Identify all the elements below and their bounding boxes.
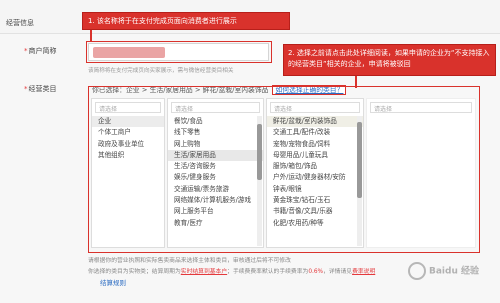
category-column-subject: 请选择 企业 个体工商户 政府及事业单位 其他组织	[91, 98, 165, 248]
scrollbar[interactable]	[357, 116, 362, 246]
industry-option[interactable]: 餐饮/食品	[168, 116, 263, 127]
industry-option[interactable]: 娱乐/健身服务	[168, 172, 263, 183]
industry-option[interactable]: 生活/咨询服务	[168, 161, 263, 172]
industry-option[interactable]: 教育/医疗	[168, 218, 263, 229]
subcategory-option[interactable]: 书籍/音像/文具/乐器	[267, 206, 363, 217]
category-description: 请根据你的营业执照和实际售卖商品来选择主体和类目，审核通过后将不可修改	[88, 258, 291, 264]
column-search-input[interactable]: 请选择	[171, 102, 260, 113]
callout-name-note: 1. 该名称将于在支付完成页面向消费者进行展示	[82, 12, 290, 30]
subcategory-option[interactable]: 宠物/宠物食品/饲料	[267, 139, 363, 150]
settlement-cycle-link[interactable]: 实时结算到基本户	[181, 269, 227, 275]
industry-option[interactable]: 网络媒体/计算机服务/游戏	[168, 195, 263, 206]
scrollbar-thumb[interactable]	[257, 124, 262, 180]
required-mark: *	[24, 85, 28, 93]
subject-option[interactable]: 个体工商户	[92, 127, 164, 138]
industry-option[interactable]: 线下零售	[168, 127, 263, 138]
merchant-name-label: *商户简称	[24, 47, 57, 55]
column-search-input[interactable]: 请选择	[270, 102, 360, 113]
section-title: 经营信息	[6, 19, 34, 27]
subject-option[interactable]: 政府及事业单位	[92, 139, 164, 150]
scrollbar[interactable]	[257, 116, 262, 246]
fee-rate: 0.6%	[308, 269, 324, 275]
subcategory-option[interactable]: 母婴用品/儿童玩具	[267, 150, 363, 161]
watermark: Baidu 经验	[408, 262, 494, 288]
category-column-industry: 请选择 餐饮/食品 线下零售 网上购物 生活/家居用品 生活/咨询服务 娱乐/健身服务 交通…	[167, 98, 264, 248]
subject-option[interactable]: 其他组织	[92, 150, 164, 161]
category-column-subcategory: 请选择 鲜花/盆栽/室内装饰品 交通工具/配件/改装 宠物/宠物食品/饲料 母婴用品/…	[266, 98, 364, 248]
callout-category-note: 2. 选择之前请点击此处详细阅读，如果申请的企业为“不支持接入的经营类目”相关的…	[283, 44, 496, 76]
settlement-rules-link[interactable]: 结算规则	[100, 277, 126, 287]
fee-explanation-link[interactable]: 费率说明	[352, 269, 375, 275]
industry-option[interactable]: 生活/家居用品	[168, 149, 263, 162]
subcategory-list: 鲜花/盆栽/室内装饰品 交通工具/配件/改装 宠物/宠物食品/饲料 母婴用品/儿童玩具…	[267, 116, 363, 247]
settlement-description: 你选择的类目为实物类；结算周期为实时结算到基本户；手续费费率默认的手续费率为0.…	[88, 269, 376, 275]
subcategory-option[interactable]: 户外/运动/健身器材/安防	[267, 172, 363, 183]
merchant-name-hint: 该简称将在支付完成页向买家展示，需与微信经营类目相关	[88, 68, 234, 74]
column-search-input[interactable]: 请选择	[370, 102, 472, 113]
industry-option[interactable]: 网上服务平台	[168, 206, 263, 217]
baidu-paw-icon	[408, 262, 426, 280]
industry-option[interactable]: 网上购物	[168, 139, 263, 150]
subcategory-option[interactable]: 钟表/眼镜	[267, 184, 363, 195]
subcategory-option[interactable]: 服饰/箱包/饰品	[267, 161, 363, 172]
subcategory-option[interactable]: 化肥/农用药/种等	[267, 218, 363, 229]
subject-option[interactable]: 企业	[92, 116, 164, 128]
subcategory-option[interactable]: 黄金珠宝/钻石/玉石	[267, 195, 363, 206]
industry-option[interactable]: 交通运输/票务旅游	[168, 184, 263, 195]
column-search-input[interactable]: 请选择	[95, 102, 161, 113]
subcategory-option[interactable]: 鲜花/盆栽/室内装饰品	[267, 116, 363, 128]
name-highlight-frame	[86, 41, 272, 63]
category-column-empty: 请选择	[366, 98, 476, 248]
scrollbar-thumb[interactable]	[357, 122, 362, 198]
subject-list: 企业 个体工商户 政府及事业单位 其他组织	[92, 116, 164, 247]
subcategory-option[interactable]: 交通工具/配件/改装	[267, 127, 363, 138]
required-mark: *	[24, 47, 28, 55]
industry-list: 餐饮/食品 线下零售 网上购物 生活/家居用品 生活/咨询服务 娱乐/健身服务 交通运输/票…	[168, 116, 263, 247]
category-label: *经营类目	[24, 85, 57, 93]
